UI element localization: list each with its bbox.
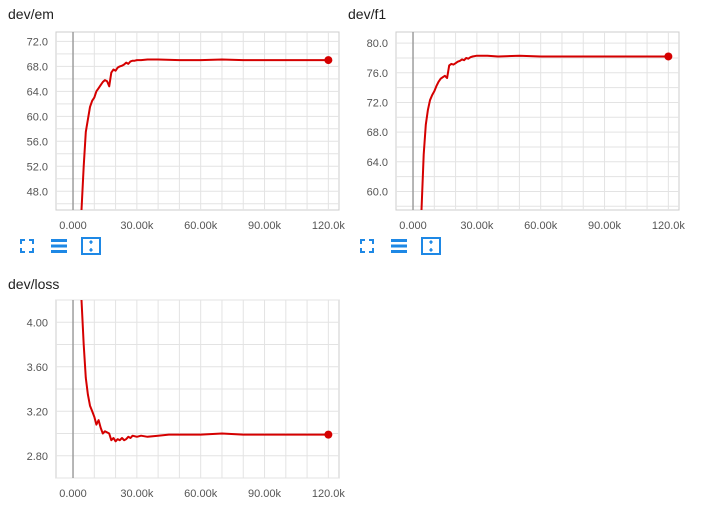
y-tick-label: 64.0	[27, 86, 48, 98]
series-end-point	[324, 430, 333, 439]
series-line	[80, 299, 329, 443]
y-tick-label: 60.0	[27, 111, 48, 123]
x-tick-label: 90.00k	[588, 220, 622, 232]
y-tick-label: 64.0	[367, 157, 388, 169]
x-tick-label: 120.0k	[652, 220, 686, 232]
x-tick-label: 30.00k	[120, 488, 154, 500]
chart-toolbar	[16, 236, 102, 260]
x-tick-label: 0.000	[59, 488, 87, 500]
x-tick-label: 60.00k	[184, 488, 218, 500]
expand-button[interactable]	[356, 238, 378, 258]
y-tick-label: 3.60	[27, 362, 48, 374]
y-tick-label: 72.0	[27, 36, 48, 48]
y-tick-label: 3.20	[27, 406, 48, 418]
x-tick-label: 90.00k	[248, 220, 282, 232]
chart-card-f1: dev/f1 60.0 64.0 68.0 72.0 76.0 80.0 0.000 30.0…	[340, 0, 685, 262]
y-tick-label: 56.0	[27, 136, 48, 148]
series-line	[80, 58, 329, 211]
x-tick-label: 90.00k	[248, 488, 282, 500]
fit-domain-icon	[81, 236, 101, 260]
y-tick-label: 68.0	[367, 127, 388, 139]
x-tick-label: 30.00k	[460, 220, 494, 232]
y-tick-label: 80.0	[367, 38, 388, 50]
y-tick-label: 4.00	[27, 317, 48, 329]
y-tick-label: 48.0	[27, 186, 48, 198]
y-tick-label: 72.0	[367, 97, 388, 109]
fit-domain-button[interactable]	[420, 236, 442, 260]
y-tick-label: 60.0	[367, 186, 388, 198]
expand-icon	[359, 238, 375, 259]
expand-icon	[19, 238, 35, 259]
x-tick-label: 30.00k	[120, 220, 154, 232]
chart-f1: 60.0 64.0 68.0 72.0 76.0 80.0 0.000 30.00k 60.00…	[367, 31, 686, 232]
y-tick-label: 2.80	[27, 451, 48, 463]
list-button[interactable]	[48, 238, 70, 258]
list-button[interactable]	[388, 238, 410, 258]
list-icon	[390, 238, 408, 259]
series-line	[420, 54, 669, 211]
chart-toolbar	[356, 236, 442, 260]
chart-loss: 2.80 3.20 3.60 4.00 0.000 30.00k 60.00k 90.00k 1…	[27, 299, 346, 500]
expand-button[interactable]	[16, 238, 38, 258]
y-tick-label: 52.0	[27, 161, 48, 173]
chart-card-em: dev/em 48.0 52.0 56.0 60.0 64.0 68.0 72.0 0.000…	[0, 0, 345, 262]
chart-card-loss: dev/loss 2.80 3.20 3.60 4.00 0.000 30.00k 60.0…	[0, 270, 345, 506]
chart-em: 48.0 52.0 56.0 60.0 64.0 68.0 72.0 0.000 30.00k 6…	[27, 31, 345, 232]
fit-domain-icon	[421, 236, 441, 260]
plot-frame	[55, 31, 340, 211]
list-icon	[50, 238, 68, 259]
y-tick-label: 68.0	[27, 61, 48, 73]
plot-frame	[395, 31, 680, 211]
x-tick-label: 0.000	[399, 220, 427, 232]
fit-domain-button[interactable]	[80, 236, 102, 260]
x-tick-label: 60.00k	[184, 220, 218, 232]
x-tick-label: 60.00k	[524, 220, 558, 232]
series-end-point	[664, 52, 673, 61]
x-tick-label: 0.000	[59, 220, 87, 232]
x-tick-label: 120.0k	[312, 488, 346, 500]
series-end-point	[324, 56, 333, 65]
y-tick-label: 76.0	[367, 68, 388, 80]
